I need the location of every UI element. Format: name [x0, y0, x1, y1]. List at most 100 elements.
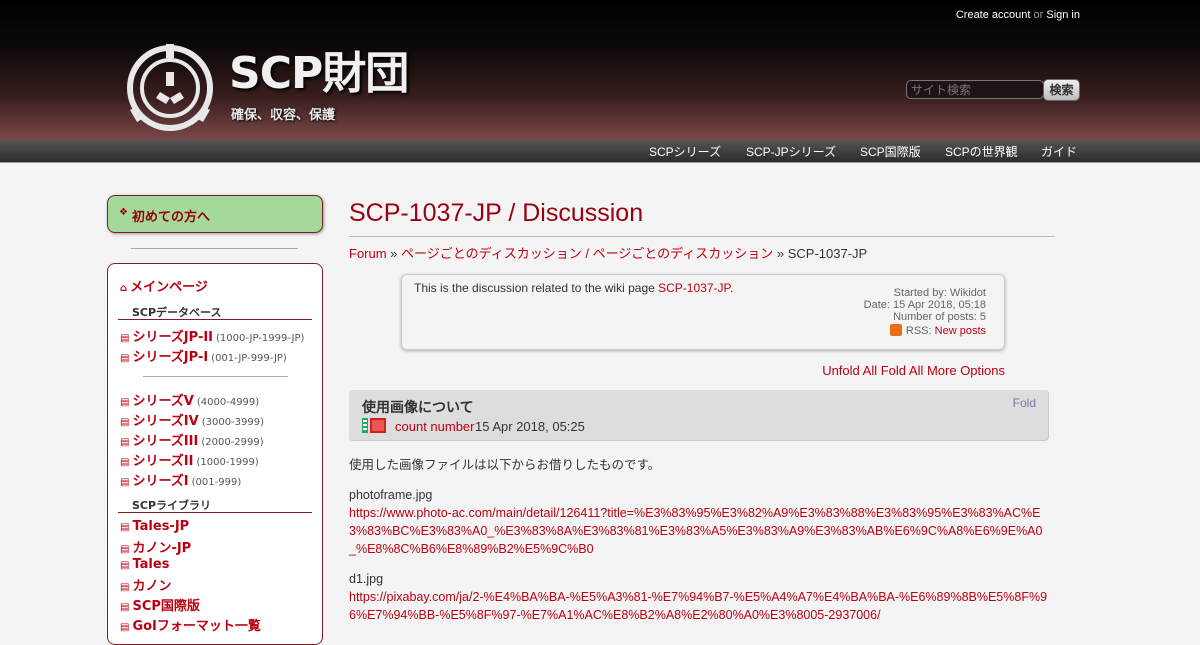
sidebar-item-label: シリーズI	[132, 474, 189, 489]
nav-scp-world[interactable]: SCPの世界観	[945, 143, 1018, 160]
page-icon: ▤	[120, 397, 130, 408]
sidebar-item-main-page[interactable]: ⌂ メインページ	[120, 276, 208, 295]
page-icon: ▤	[120, 522, 130, 533]
thread-options-links[interactable]: Unfold All Fold All More Options	[822, 363, 1005, 378]
sidebar-heading-database: SCPデータベース	[132, 306, 222, 319]
page-icon: ▤	[120, 602, 130, 613]
post-intro-text: 使用した画像ファイルは以下からお借りしたものです。	[349, 458, 661, 472]
page-icon: ▤	[120, 417, 130, 428]
page-icon: ▤	[120, 622, 130, 633]
post-title: 使用画像について	[362, 400, 474, 416]
page-icon: ▤	[120, 477, 130, 488]
thread-started-by: Started by: Wikidot	[893, 287, 986, 299]
sidebar-menu: ⌂ メインページ SCPデータベース ▤ シリーズJP-II (1000-JP-199…	[107, 263, 323, 645]
nav-scp-international[interactable]: SCP国際版	[860, 143, 921, 160]
post-body: 使用した画像ファイルは以下からお借りしたものです。 photoframe.jpg…	[349, 456, 1051, 636]
sidebar-item-label: Tales-JP	[132, 519, 190, 534]
post-header: 使用画像について Fold count number 15 Apr 2018, …	[349, 390, 1049, 441]
create-account-link[interactable]: Create account	[956, 9, 1031, 21]
sidebar-item-label: シリーズII	[132, 454, 194, 469]
title-divider	[349, 236, 1055, 237]
sidebar-item-label: GoIフォーマット一覧	[132, 619, 261, 634]
sidebar-item-international[interactable]: ▤ SCP国際版	[120, 595, 200, 614]
bullet-icon: ❖	[119, 207, 128, 218]
sidebar-item-tales[interactable]: ▤ Tales	[120, 557, 169, 572]
rss-new-posts-link[interactable]: New posts	[935, 325, 986, 337]
rss-label: RSS:	[905, 325, 932, 337]
sidebar-item-range: (4000-4999)	[196, 397, 260, 408]
breadcrumb-forum-link[interactable]: Forum	[349, 246, 387, 261]
rss-icon[interactable]	[889, 324, 902, 336]
page-icon: ▤	[120, 560, 130, 571]
post-source-link[interactable]: https://pixabay.com/ja/2-%E4%BA%BA-%E5%A…	[349, 590, 1047, 622]
breadcrumb-separator: »	[386, 246, 402, 261]
sidebar-item-series-4[interactable]: ▤ シリーズIV (3000-3999)	[120, 410, 264, 429]
first-time-link[interactable]: 初めての方へ	[132, 206, 210, 225]
account-or-text: or	[1033, 9, 1044, 21]
breadcrumb-separator: »	[773, 246, 788, 261]
sidebar-item-range: (1000-1999)	[196, 457, 259, 468]
thread-info-box: This is the discussion related to the wi…	[401, 274, 1005, 350]
page-icon: ▤	[120, 333, 130, 344]
post-source-link[interactable]: https://www.photo-ac.com/main/detail/126…	[349, 506, 1042, 556]
first-time-visitor-box[interactable]: ❖ 初めての方へ	[107, 195, 323, 233]
sidebar-heading-library: SCPライブラリ	[132, 499, 212, 512]
sidebar-item-label: カノン	[132, 579, 172, 594]
thread-date: Date: 15 Apr 2018, 05:18	[863, 299, 986, 311]
sidebar-item-label: SCP国際版	[132, 599, 200, 614]
page-icon: ▤	[120, 437, 130, 448]
page-title: SCP-1037-JP / Discussion	[349, 199, 644, 227]
breadcrumb: Forum » ページごとのディスカッション / ページごとのディスカッション …	[349, 243, 867, 262]
sidebar-item-tales-jp[interactable]: ▤ Tales-JP	[120, 519, 189, 534]
thread-rss: RSS: New posts	[889, 324, 986, 337]
sidebar-item-series-5[interactable]: ▤ シリーズV (4000-4999)	[120, 390, 259, 409]
sidebar-divider	[131, 248, 298, 249]
sidebar-item-series-3[interactable]: ▤ シリーズIII (2000-2999)	[120, 430, 264, 449]
sidebar-item-range: (1000-JP-1999-JP)	[216, 333, 305, 344]
home-icon: ⌂	[120, 283, 128, 294]
account-links: Create account or Sign in	[956, 9, 1080, 21]
sidebar-item-label: シリーズJP-I	[132, 350, 209, 365]
nav-scp-jp-series[interactable]: SCP-JPシリーズ	[746, 143, 836, 160]
sidebar-item-goi-formats[interactable]: ▤ GoIフォーマット一覧	[120, 615, 261, 634]
post-file-name: d1.jpg	[349, 572, 384, 586]
sidebar-heading-rule	[118, 319, 312, 320]
sidebar-item-series-2[interactable]: ▤ シリーズII (1000-1999)	[120, 450, 259, 469]
sidebar-item-range: (2000-2999)	[201, 437, 264, 448]
sidebar-item-series-1[interactable]: ▤ シリーズI (001-999)	[120, 470, 241, 489]
sidebar-item-label: メインページ	[130, 280, 208, 295]
sidebar-item-canon[interactable]: ▤ カノン	[120, 575, 171, 594]
user-avatar-icon[interactable]	[362, 417, 386, 434]
sidebar-item-label: シリーズIII	[132, 434, 199, 449]
sidebar-item-range: (001-JP-999-JP)	[211, 353, 287, 364]
sidebar-item-label: シリーズV	[132, 394, 194, 409]
sidebar-item-label: シリーズJP-II	[132, 330, 214, 345]
sidebar-item-range: (001-999)	[191, 477, 242, 488]
sidebar-item-jp-series-2[interactable]: ▤ シリーズJP-II (1000-JP-1999-JP)	[120, 326, 304, 345]
sidebar-item-canon-jp[interactable]: ▤ カノン-JP	[120, 537, 191, 556]
sidebar-item-label: カノン-JP	[132, 541, 192, 556]
page-icon: ▤	[120, 544, 130, 555]
sidebar-item-jp-series-1[interactable]: ▤ シリーズJP-I (001-JP-999-JP)	[120, 346, 287, 365]
sidebar-item-label: Tales	[132, 557, 170, 572]
page-icon: ▤	[120, 353, 130, 364]
wiki-page-link[interactable]: SCP-1037-JP	[658, 281, 730, 295]
post-fold-link[interactable]: Fold	[1013, 396, 1036, 410]
top-nav-bar: SCPシリーズ SCP-JPシリーズ SCP国際版 SCPの世界観 ガイド	[0, 140, 1200, 163]
site-header: Create account or Sign in SCP財団 確保、収容、保護…	[0, 0, 1200, 140]
sign-in-link[interactable]: Sign in	[1046, 9, 1080, 21]
nav-scp-series[interactable]: SCPシリーズ	[649, 143, 721, 160]
post-author-link[interactable]: count number	[395, 419, 475, 434]
scp-logo-icon[interactable]	[122, 42, 218, 134]
breadcrumb-category-link[interactable]: ページごとのディスカッション / ページごとのディスカッション	[401, 246, 773, 261]
page-icon: ▤	[120, 582, 130, 593]
sidebar-divider	[143, 376, 288, 377]
sidebar-item-label: シリーズIV	[132, 414, 199, 429]
site-title[interactable]: SCP財団	[229, 52, 409, 96]
sidebar-item-range: (3000-3999)	[201, 417, 265, 428]
nav-guide[interactable]: ガイド	[1041, 143, 1077, 160]
post-date: 15 Apr 2018, 05:25	[475, 419, 585, 434]
search-button[interactable]: 検索	[1043, 79, 1080, 101]
site-search-input[interactable]	[906, 80, 1044, 99]
page-icon: ▤	[120, 457, 130, 468]
